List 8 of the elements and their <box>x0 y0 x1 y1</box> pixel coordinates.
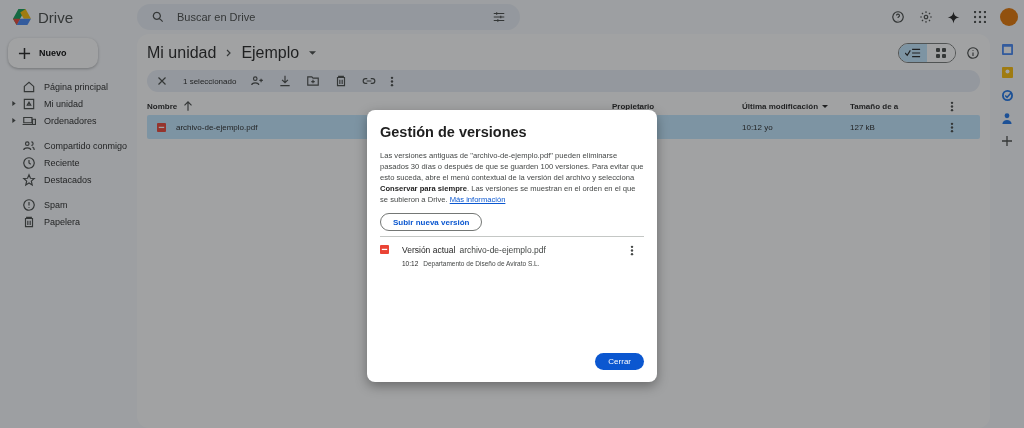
version-label: Versión actual <box>402 245 456 255</box>
modified-time: 10:12 yo <box>742 122 774 132</box>
dialog-title: Gestión de versiones <box>380 124 528 140</box>
file-name: archivo-de-ejemplo.pdf <box>176 122 258 132</box>
file-size: 127 kB <box>850 122 876 132</box>
version-file-name: archivo-de-ejemplo.pdf <box>459 245 546 255</box>
selection-count: 1 seleccionado <box>183 76 237 86</box>
app-title: Drive <box>38 8 73 26</box>
